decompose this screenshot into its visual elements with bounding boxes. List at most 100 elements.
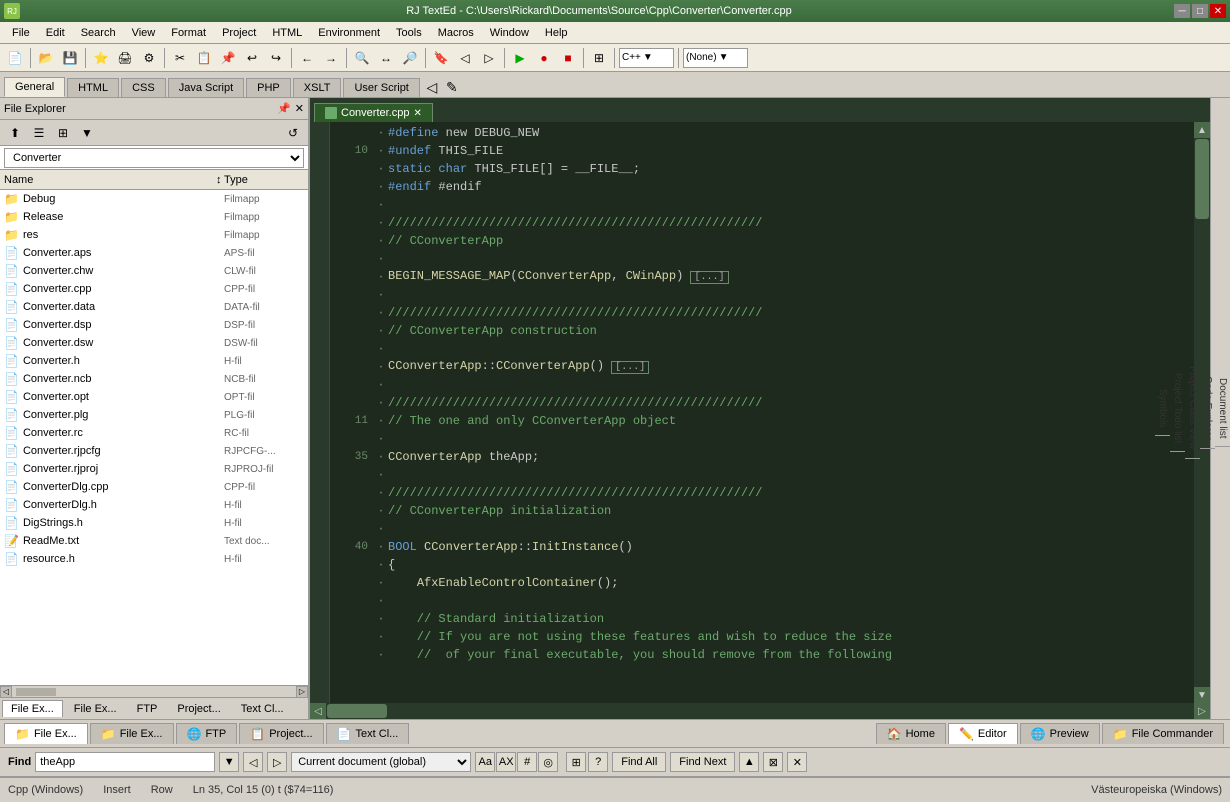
find-whole-word[interactable]: AX [496,752,516,772]
find-dropdown-button[interactable]: ▼ [219,752,239,772]
menu-item-environment[interactable]: Environment [310,25,388,41]
fe-filter-button[interactable]: ▼ [76,122,98,144]
find-input[interactable] [35,752,215,772]
redo-button[interactable]: ↪ [265,47,287,69]
menu-item-file[interactable]: File [4,25,38,41]
scroll-up-arrow[interactable]: ▲ [1194,122,1210,138]
tool3-button[interactable]: ⚙ [138,47,160,69]
horizontal-scrollbar[interactable]: ◁ ▷ [310,703,1210,719]
menu-item-window[interactable]: Window [482,25,537,41]
file-item[interactable]: 📄Converter.rjprojRJPROJ-fil [0,460,308,478]
panel-tab-4[interactable]: Text Cl... [232,700,293,718]
fe-view-button[interactable]: ☰ [28,122,50,144]
minimize-button[interactable]: ─ [1174,4,1190,18]
menu-item-format[interactable]: Format [163,25,214,41]
file-item[interactable]: 📄Converter.cppCPP-fil [0,280,308,298]
file-item[interactable]: 📄Converter.rjpcfgRJPCFG-... [0,442,308,460]
fe-horizontal-scrollbar[interactable]: ◁ ▷ [0,685,308,697]
panel-tab-3[interactable]: Project... [168,700,229,718]
doc-tab-user-script[interactable]: User Script [343,78,419,97]
back-button[interactable]: ← [296,47,318,69]
forward-button[interactable]: → [320,47,342,69]
close-button[interactable]: ✕ [1210,4,1226,18]
bottom-panel-tab-1[interactable]: 📁File Ex... [90,723,174,744]
menu-item-view[interactable]: View [124,25,164,41]
menu-item-project[interactable]: Project [214,25,264,41]
file-item[interactable]: 📄Converter.dspDSP-fil [0,316,308,334]
panel-tab-0[interactable]: File Ex... [2,700,63,717]
fe-scroll-left[interactable]: ◁ [0,686,12,698]
doc-tab-css[interactable]: CSS [121,78,166,97]
fe-pin-button[interactable]: 📌 [277,102,291,115]
find-arrow-2[interactable]: ? [588,752,608,772]
find-up-button[interactable]: ▲ [739,752,759,772]
code-scroll-area[interactable]: ·#define new DEBUG_NEW10·#undef THIS_FIL… [330,122,1194,703]
file-item[interactable]: 📄ConverterDlg.cppCPP-fil [0,478,308,496]
scroll-down-arrow[interactable]: ▼ [1194,687,1210,703]
open-button[interactable]: 📂 [35,47,57,69]
split-button[interactable]: ⊞ [588,47,610,69]
fe-close-button[interactable]: ✕ [295,102,304,115]
tab-left-arrow[interactable]: ◁ [422,77,442,97]
debug-button[interactable]: ● [533,47,555,69]
find-all-button[interactable]: Find All [612,752,666,772]
file-item[interactable]: 📄Converter.hH-fil [0,352,308,370]
scroll-left-arrow[interactable]: ◁ [310,703,326,719]
run-button[interactable]: ▶ [509,47,531,69]
doc-tab-php[interactable]: PHP [246,78,291,97]
file-item[interactable]: 📄Converter.optOPT-fil [0,388,308,406]
sidebar-item-project-todo-list[interactable]: Project Todo list [1170,365,1185,452]
menu-item-help[interactable]: Help [537,25,576,41]
panel-tab-2[interactable]: FTP [128,700,167,718]
find-close-button[interactable]: ✕ [787,752,807,772]
file-item[interactable]: 📝ReadMe.txtText doc... [0,532,308,550]
file-item[interactable]: 📄Converter.dataDATA-fil [0,298,308,316]
find-prev-button[interactable]: ◁ [243,752,263,772]
bottom-panel-tab-3[interactable]: 📋Project... [239,723,323,744]
menu-item-html[interactable]: HTML [264,25,310,41]
fe-grid-button[interactable]: ⊞ [52,122,74,144]
bottom-panel-tab-0[interactable]: 📁File Ex... [4,723,88,744]
prev-bookmark-button[interactable]: ◁ [454,47,476,69]
bottom-tab2-3[interactable]: 📁File Commander [1102,723,1224,744]
file-item[interactable]: 📄DigStrings.hH-fil [0,514,308,532]
find-next-icon-button[interactable]: ▷ [267,752,287,772]
bottom-tab2-0[interactable]: 🏠Home [876,723,946,744]
file-item[interactable]: 📄Converter.ncbNCB-fil [0,370,308,388]
fe-scroll-right[interactable]: ▷ [296,686,308,698]
file-item[interactable]: 📁resFilmapp [0,226,308,244]
find-scope-select[interactable]: Current document (global) [291,752,471,772]
doc-tab-xslt[interactable]: XSLT [293,78,342,97]
panel-tab-1[interactable]: File Ex... [65,700,126,718]
doc-tab-html[interactable]: HTML [67,78,119,97]
find-button[interactable]: 🔎 [399,47,421,69]
file-item[interactable]: 📄Converter.rcRC-fil [0,424,308,442]
find-case-sensitive[interactable]: Aa [475,752,495,772]
find-regex[interactable]: ◎ [538,752,558,772]
save-button[interactable]: 💾 [59,47,81,69]
print-button[interactable]: 🖨 [114,47,136,69]
file-item[interactable]: 📄Converter.plgPLG-fil [0,406,308,424]
paste-button[interactable]: 📌 [217,47,239,69]
cut-button[interactable]: ✂ [169,47,191,69]
menu-item-macros[interactable]: Macros [430,25,482,41]
bottom-tab2-1[interactable]: ✏️Editor [948,723,1018,744]
star-button[interactable]: ⭐ [90,47,112,69]
find-next-button[interactable]: Find Next [670,752,735,772]
bottom-tab2-2[interactable]: 🌐Preview [1020,723,1100,744]
doc-tab-java-script[interactable]: Java Script [168,78,244,97]
stop-button[interactable]: ■ [557,47,579,69]
codepage-dropdown[interactable]: (None) ▼ [683,48,748,68]
undo-button[interactable]: ↩ [241,47,263,69]
file-item[interactable]: 📄Converter.apsAPS-fil [0,244,308,262]
find-hash[interactable]: # [517,752,537,772]
folder-select[interactable]: Converter [4,148,304,168]
copy-button[interactable]: 📋 [193,47,215,69]
file-item[interactable]: 📄ConverterDlg.hH-fil [0,496,308,514]
file-item[interactable]: 📄Converter.chwCLW-fil [0,262,308,280]
tab-edit-button[interactable]: ✎ [442,77,462,97]
bottom-panel-tab-2[interactable]: 🌐FTP [176,723,238,744]
find-bookmark-button[interactable]: ⊠ [763,752,783,772]
sidebar-item-document-list[interactable]: Document list [1215,370,1230,448]
search-button[interactable]: 🔍 [351,47,373,69]
